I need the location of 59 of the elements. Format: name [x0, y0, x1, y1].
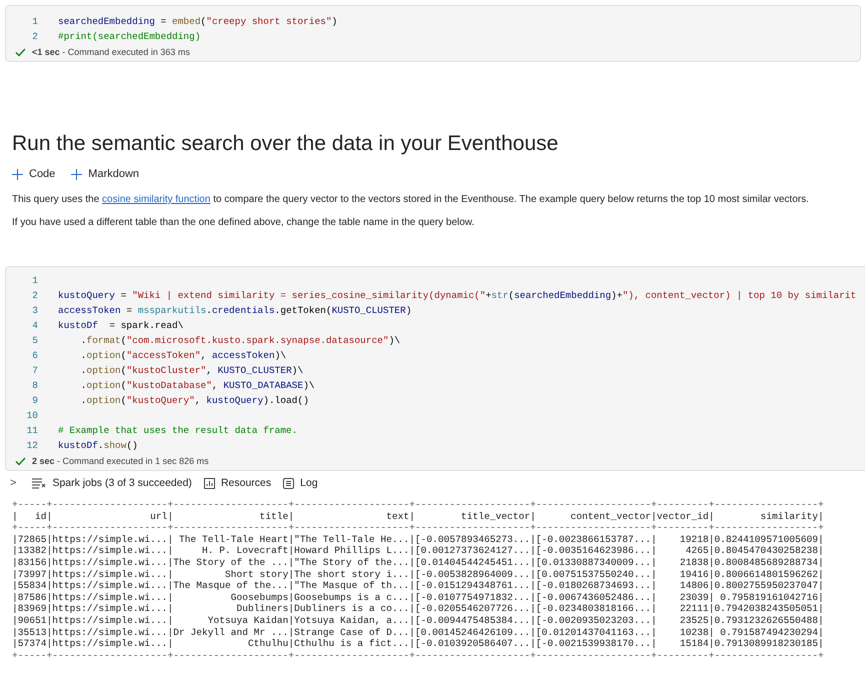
list-icon: [32, 478, 46, 488]
line-number: 9: [31, 395, 39, 406]
code-line: .option("kustoCluster", KUSTO_CLUSTER)\: [80, 365, 304, 376]
table-row: |55834|https://simple.wi...|The Masque of the...|"The Masque of th...|[-0.0151294348761...|[-0.0180268734693...| 14806|0.8002755950237047|: [12, 580, 824, 592]
code-line: #print(searchedEmbedding): [58, 31, 201, 42]
line-number: 1: [31, 275, 39, 286]
output-tab[interactable]: Resources: [204, 477, 272, 489]
code-line: kustoDf = spark.read\: [58, 320, 184, 331]
checkmark-icon: [15, 48, 26, 56]
table-border-line: +-----+--------------------+--------------------+--------------------+--------------------+--------------------+---------+------------------+: [12, 522, 824, 534]
line-number: 6: [31, 350, 39, 361]
table-row: |83969|https://simple.wi...| Dubliners|Dubliners is a co...|[-0.0205546207726...|[-0.0234803818166...| 22111|0.7942038243505051|: [12, 603, 824, 614]
line-number: 7: [31, 365, 39, 376]
line-number: 8: [31, 380, 39, 391]
expand-toggle[interactable]: >: [10, 477, 16, 489]
bar-chart-icon: [204, 478, 215, 488]
table-row: |83156|https://simple.wi...|The Story of the ...|"The Story of the...|[0.01404544245451...|[0.01330887340009...| 21838|0.8008485689288734|: [12, 556, 824, 568]
table-header: | id| url| title| text| title_vector| content_vector|vector_id| similarity|: [12, 510, 824, 522]
section-heading: Run the semantic search over the data in your Eventhouse: [12, 132, 560, 156]
code-line: .format("com.microsoft.kusto.spark.synapse.datasource")\: [80, 335, 400, 346]
line-number: 2: [31, 31, 39, 42]
table-row: |13382|https://simple.wi...| H. P. Lovecraft|Howard Phillips L...|[0.00127373624127...|[-0.0035164623986...| 4265|0.8045470430258238|: [12, 545, 824, 556]
line-number: 4: [31, 320, 39, 331]
add-cell-button[interactable]: Code: [12, 168, 56, 180]
code-line: kustoQuery = "Wiki | extend similarity = series_cosine_similarity(dynamic("+str(searchedEmbedding)+"), content_vector) | top 10 by similarit: [58, 290, 856, 301]
table-row: |35513|https://simple.wi...|Dr Jekyll and Mr ...|Strange Case of D...|[0.00145246426109...|[0.01201437041163...| 10238| 0.791587494230294|: [12, 626, 824, 638]
line-number: 2: [31, 290, 39, 301]
code-line: # Example that uses the result data frame.: [58, 425, 298, 436]
checkmark-icon: [15, 456, 26, 466]
execution-status: <1 sec - Command executed in 363 ms: [32, 47, 190, 57]
document-icon: [283, 478, 294, 488]
table-row: |72865|https://simple.wi...| The Tell-Tale Heart|"The Tell-Tale He...|[-0.0057893465273...|[-0.0023866153787...| 19218|0.8244109571005609|: [12, 534, 824, 545]
paragraph: This query uses the cosine similarity function to compare the query vector to the vectors stored in the Eventhouse. The example query below returns the top 10 most similar vectors.: [12, 194, 810, 205]
link[interactable]: cosine similarity function: [102, 194, 210, 205]
code-line: kustoDf.show(): [58, 440, 138, 451]
execution-status: 2 sec - Command executed in 1 sec 826 ms: [32, 456, 209, 466]
line-number: 12: [26, 440, 39, 451]
line-number: 10: [26, 410, 39, 421]
line-number: 1: [31, 16, 39, 27]
code-line: accessToken = mssparkutils.credentials.getToken(KUSTO_CLUSTER): [58, 305, 412, 316]
table-row: |73997|https://simple.wi...| Short story|The short story i...|[-0.0053828964009...|[0.00751537550240...| 19416|0.8006614801596262|: [12, 568, 824, 580]
line-number: 5: [31, 335, 39, 346]
paragraph: If you have used a different table than the one defined above, change the table name in the query below.: [12, 217, 476, 228]
table-row: |87586|https://simple.wi...| Goosebumps|Goosebumps is a c...|[-0.0107754971832...|[-0.0067436052486...| 23039| 0.795819161042716|: [12, 592, 824, 603]
plus-icon: [12, 168, 23, 180]
table-row: |57374|https://simple.wi...| Cthulhu|Cthulhu is a fict...|[-0.0103920586407...|[-0.0021539938170...| 15184|0.7913089918230185|: [12, 638, 824, 650]
plus-icon: [71, 168, 82, 180]
table-row: |90651|https://simple.wi...| Yotsuya Kaidan|Yotsuya Kaidan, a...|[-0.0094475485384...|[-0.0020935023203...| 23525|0.7931232626550488|: [12, 614, 824, 626]
line-number: 11: [26, 425, 39, 436]
table-border-line: +-----+--------------------+--------------------+--------------------+--------------------+--------------------+---------+------------------+: [12, 650, 824, 661]
line-number: 3: [31, 305, 39, 316]
table-border-line: +-----+--------------------+--------------------+--------------------+--------------------+--------------------+---------+------------------+: [12, 499, 824, 510]
code-line: .option("accessToken", accessToken)\: [80, 350, 286, 361]
add-cell-button[interactable]: Markdown: [71, 168, 140, 180]
code-line: .option("kustoQuery", kustoQuery).load(): [80, 395, 309, 406]
code-line: searchedEmbedding = embed("creepy short stories"): [58, 16, 338, 27]
code-line: .option("kustoDatabase", KUSTO_DATABASE)\: [80, 380, 315, 391]
output-tab[interactable]: Log: [283, 477, 318, 489]
output-tab[interactable]: Spark jobs (3 of 3 succeeded): [32, 477, 192, 489]
